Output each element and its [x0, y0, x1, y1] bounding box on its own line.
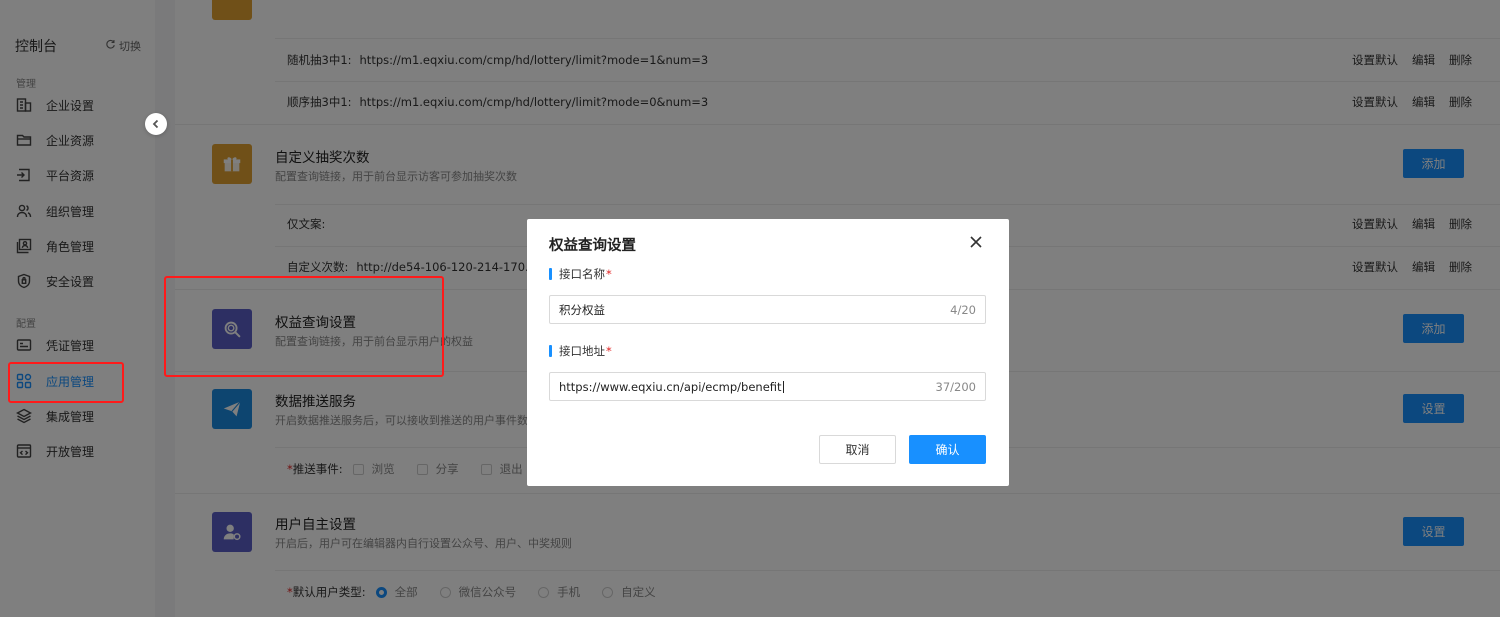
- interface-name-input[interactable]: 积分权益 4/20: [549, 295, 986, 324]
- interface-name-label: 接口名称 *: [549, 266, 612, 282]
- close-button[interactable]: [969, 235, 985, 251]
- chevron-left-icon: [151, 119, 161, 129]
- benefit-settings-dialog: 权益查询设置 接口名称 * 积分权益 4/20 接口地址 * https://w…: [527, 219, 1009, 486]
- interface-url-input[interactable]: https://www.eqxiu.cn/api/ecmp/benefit 37…: [549, 372, 986, 401]
- text-caret: [782, 381, 784, 393]
- interface-url-label: 接口地址 *: [549, 343, 612, 359]
- highlight-box-apps-menu: [8, 362, 124, 403]
- char-count: 4/20: [950, 302, 976, 317]
- char-count: 37/200: [935, 379, 976, 394]
- input-value: https://www.eqxiu.cn/api/ecmp/benefit: [559, 379, 782, 394]
- collapse-sidebar-button[interactable]: [145, 113, 167, 135]
- dialog-title: 权益查询设置: [549, 238, 636, 254]
- highlight-box-benefit-section: [164, 276, 444, 377]
- cancel-button[interactable]: 取消: [819, 435, 896, 464]
- confirm-button[interactable]: 确认: [909, 435, 986, 464]
- input-value: 积分权益: [559, 302, 605, 317]
- close-icon: [969, 236, 983, 252]
